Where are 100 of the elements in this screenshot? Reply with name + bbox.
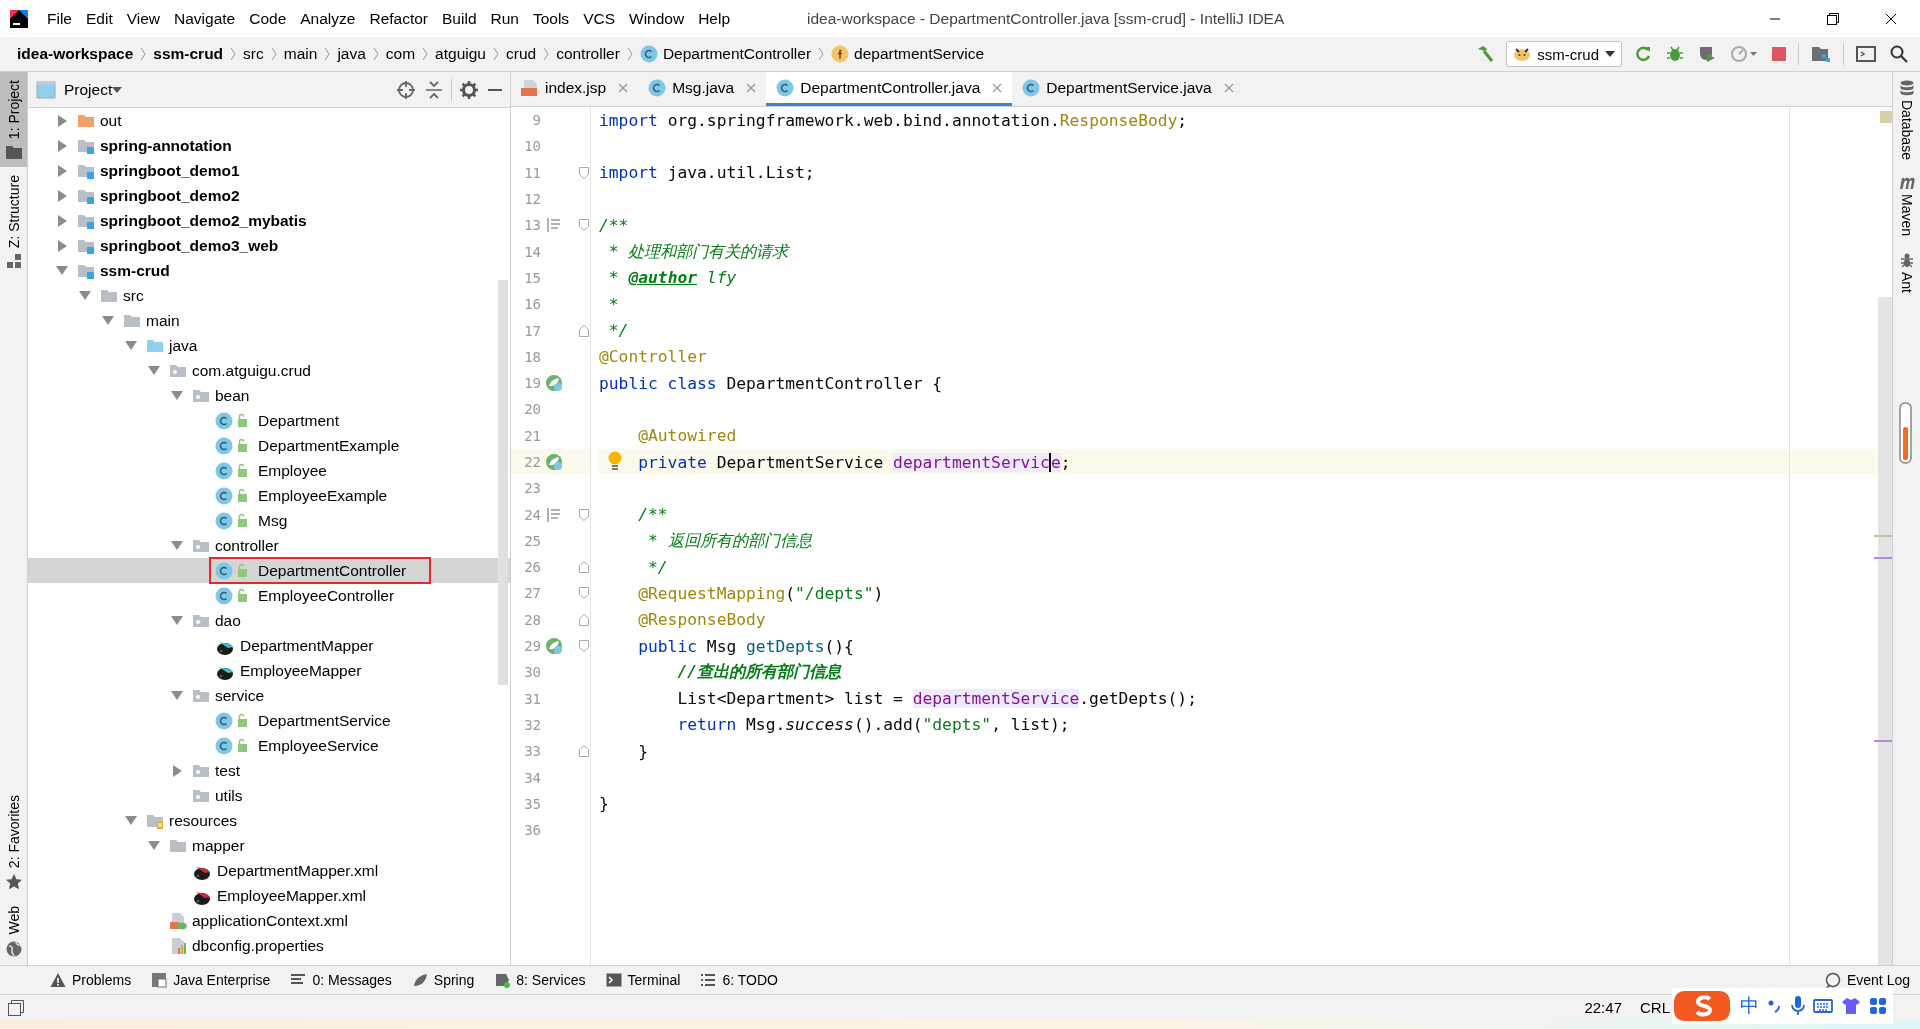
settings-button[interactable] — [458, 78, 480, 101]
lines-icon[interactable] — [547, 218, 561, 233]
menu-item[interactable]: File — [40, 9, 79, 28]
tree-item[interactable]: EmployeeMapper — [28, 658, 510, 683]
tool-window-tab[interactable]: 0: Messages — [280, 972, 402, 988]
menu-item[interactable]: Run — [483, 9, 526, 28]
tree-item[interactable]: springboot_demo1 — [28, 158, 510, 183]
breadcrumb[interactable]: DepartmentController — [636, 45, 815, 63]
view-dropdown[interactable]: Project — [62, 78, 125, 101]
tree-item[interactable]: bean — [28, 383, 510, 408]
tree-item[interactable]: dbconfig.properties — [28, 933, 510, 958]
line-separator[interactable]: CRL — [1640, 999, 1670, 1016]
shirt-icon[interactable] — [1841, 997, 1861, 1015]
expanded-arrow-icon[interactable] — [125, 341, 137, 350]
editor-tab[interactable]: Msg.java — [638, 72, 767, 106]
close-icon[interactable] — [746, 82, 757, 93]
tree-item[interactable]: mapper — [28, 833, 510, 858]
expanded-arrow-icon[interactable] — [148, 841, 160, 850]
tree-item[interactable]: EmployeeService — [28, 733, 510, 758]
grid-icon[interactable] — [1869, 997, 1887, 1015]
expanded-arrow-icon[interactable] — [148, 366, 160, 375]
tree-item[interactable]: DepartmentMapper.xml — [28, 858, 510, 883]
lines-icon[interactable] — [547, 507, 561, 522]
cursor-position[interactable]: 22:47 — [1584, 999, 1622, 1016]
tree-item[interactable]: out — [28, 108, 510, 133]
scrollbar-track[interactable] — [1878, 297, 1892, 965]
tree-item[interactable]: java — [28, 333, 510, 358]
tool-window-tab[interactable]: Terminal — [595, 972, 691, 988]
tool-window-tab[interactable]: 8: Services — [484, 972, 596, 988]
leaf-icon[interactable] — [545, 374, 563, 393]
tool-windows-button[interactable] — [6, 997, 26, 1018]
fold-icon[interactable] — [579, 324, 589, 337]
breadcrumb[interactable]: src — [240, 45, 267, 63]
tree-item[interactable]: main — [28, 308, 510, 333]
profiler-button[interactable] — [1728, 43, 1760, 65]
tool-window-tab[interactable]: Z: Structure — [0, 167, 27, 277]
expanded-arrow-icon[interactable] — [79, 291, 91, 300]
tree-item[interactable]: springboot_demo2 — [28, 183, 510, 208]
tool-window-tab[interactable]: 6: TODO — [690, 972, 788, 988]
tree-item[interactable]: com.atguigu.crud — [28, 358, 510, 383]
fold-icon[interactable] — [579, 613, 589, 626]
fold-icon[interactable] — [579, 745, 589, 758]
breadcrumb[interactable]: crud — [502, 45, 540, 63]
scrollbar-thumb[interactable] — [498, 280, 508, 685]
tree-item[interactable]: Msg — [28, 508, 510, 533]
breadcrumb[interactable]: main — [280, 45, 321, 63]
tool-window-tab[interactable]: Spring — [401, 972, 485, 988]
tree-item[interactable]: EmployeeExample — [28, 483, 510, 508]
expanded-arrow-icon[interactable] — [171, 541, 183, 550]
collapsed-arrow-icon[interactable] — [57, 214, 67, 227]
menu-item[interactable]: Help — [691, 9, 738, 28]
punctuation-icon[interactable] — [1767, 998, 1783, 1014]
locate-button[interactable] — [395, 78, 417, 101]
fold-icon[interactable] — [579, 587, 589, 600]
fold-icon[interactable] — [579, 166, 589, 179]
menu-item[interactable]: Build — [435, 9, 484, 28]
run-configuration-dropdown[interactable]: ssm-crud — [1506, 41, 1622, 67]
tree-item[interactable]: spring-annotation — [28, 133, 510, 158]
window-button[interactable] — [1854, 44, 1878, 64]
tool-window-tab[interactable]: 1: Project — [0, 72, 27, 168]
expanded-arrow-icon[interactable] — [171, 616, 183, 625]
editor-tab[interactable]: DepartmentService.java — [1012, 72, 1244, 106]
expanded-arrow-icon[interactable] — [56, 266, 68, 275]
collapsed-arrow-icon[interactable] — [57, 189, 67, 202]
menu-item[interactable]: Edit — [79, 9, 120, 28]
breadcrumb[interactable]: com — [382, 45, 419, 63]
collapsed-arrow-icon[interactable] — [57, 164, 67, 177]
collapsed-arrow-icon[interactable] — [172, 764, 182, 777]
breadcrumb[interactable]: java — [334, 45, 369, 63]
menu-item[interactable]: Code — [242, 9, 294, 28]
fold-icon[interactable] — [579, 640, 589, 653]
expanded-arrow-icon[interactable] — [171, 691, 183, 700]
tree-item[interactable]: resources — [28, 808, 510, 833]
input-mode[interactable]: 中 — [1740, 993, 1759, 1019]
close-icon[interactable] — [618, 82, 629, 93]
breadcrumb[interactable]: departmentService — [828, 45, 988, 63]
tree-item[interactable]: Employee — [28, 458, 510, 483]
tree-item[interactable]: dao — [28, 608, 510, 633]
fold-icon[interactable] — [579, 508, 589, 521]
fold-icon[interactable] — [579, 561, 589, 574]
collapse-all-button[interactable] — [423, 78, 445, 101]
tree-item[interactable]: service — [28, 683, 510, 708]
menu-item[interactable]: Tools — [525, 9, 577, 28]
breadcrumb[interactable]: ssm-crud — [150, 45, 227, 63]
breadcrumb[interactable]: atguigu — [432, 45, 489, 63]
tree-item[interactable]: applicationContext.xml — [28, 908, 510, 933]
tree-item[interactable]: DepartmentController — [28, 558, 510, 583]
tree-item[interactable]: src — [28, 283, 510, 308]
tree-item[interactable]: springboot_demo2_mybatis — [28, 208, 510, 233]
leaf-icon[interactable] — [545, 637, 563, 656]
tool-window-tab[interactable]: Web — [0, 898, 27, 965]
breadcrumb[interactable]: controller — [553, 45, 623, 63]
leaf-icon[interactable] — [545, 453, 563, 471]
tool-window-tab[interactable]: Ant — [1898, 243, 1915, 301]
breadcrumb[interactable]: idea-workspace — [14, 45, 137, 63]
menu-item[interactable]: Window — [622, 9, 692, 28]
lightbulb-icon[interactable] — [607, 450, 623, 471]
tree-item[interactable]: DepartmentExample — [28, 433, 510, 458]
menu-item[interactable]: Refactor — [362, 9, 436, 28]
menu-item[interactable]: Analyze — [293, 9, 363, 28]
